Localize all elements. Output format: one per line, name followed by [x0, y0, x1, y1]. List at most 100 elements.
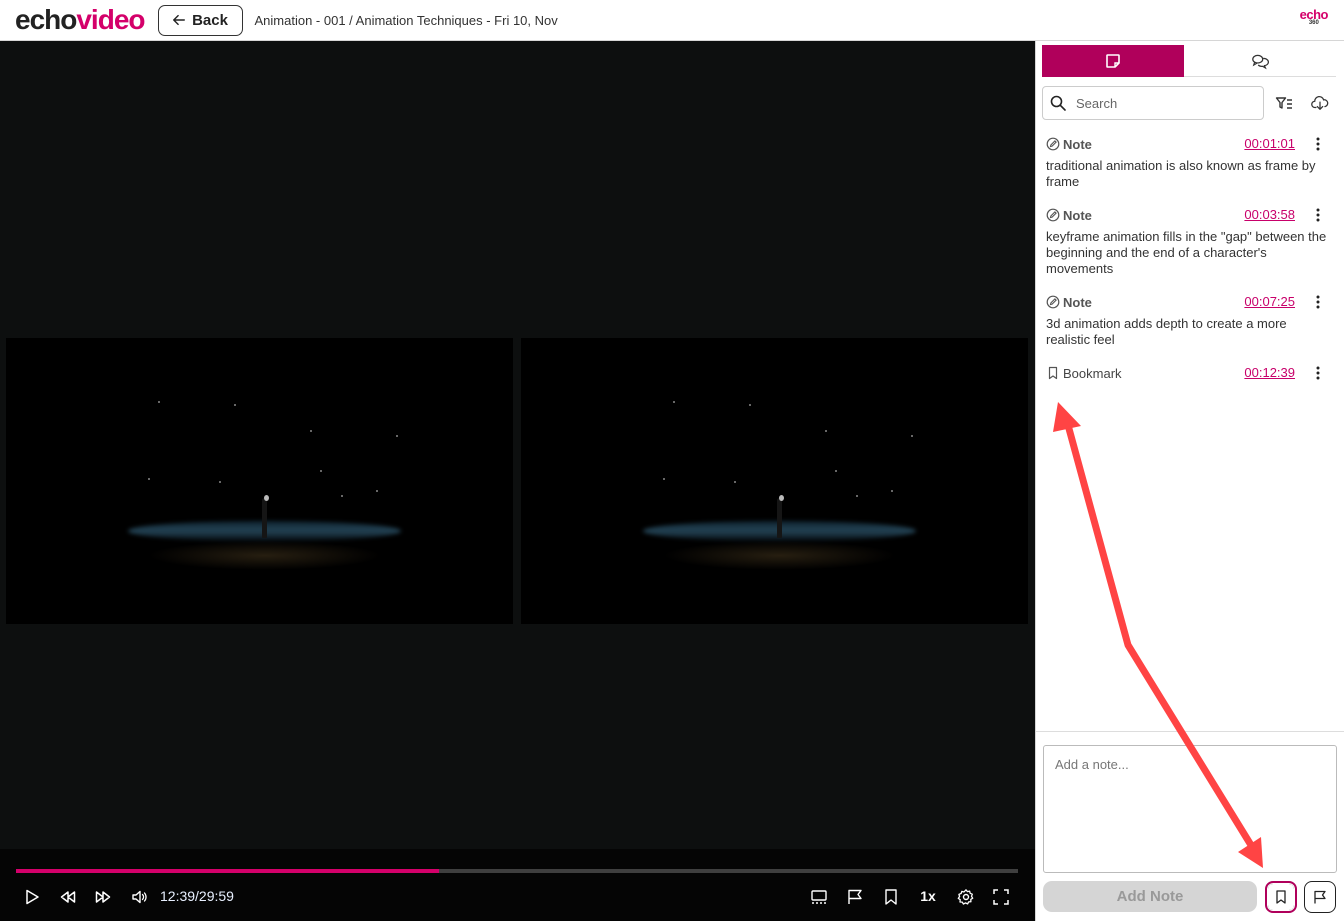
video-area[interactable] — [0, 41, 1035, 849]
search-icon — [1050, 95, 1066, 111]
notes-sidebar: Note 00:01:01 traditional animation is a… — [1035, 41, 1344, 921]
rewind-icon — [60, 891, 76, 903]
note-menu-button[interactable] — [1310, 134, 1326, 154]
filter-button[interactable] — [1274, 93, 1294, 113]
flag-icon — [848, 889, 862, 904]
note-menu-button[interactable] — [1310, 363, 1326, 383]
top-header: echo video Back Animation - 001 / Animati… — [0, 0, 1344, 41]
add-flag-button[interactable] — [1304, 881, 1336, 913]
breadcrumb: Animation - 001 / Animation Techniques -… — [254, 12, 558, 28]
note-pencil-icon — [1046, 208, 1060, 222]
note-menu-button[interactable] — [1310, 292, 1326, 312]
bookmark-icon — [1276, 890, 1286, 904]
rewind-button[interactable] — [53, 885, 83, 909]
settings-icon — [957, 889, 974, 905]
note-pencil-icon — [1046, 137, 1060, 151]
volume-button[interactable] — [125, 885, 155, 909]
sidebar-tabs — [1042, 45, 1336, 77]
add-bookmark-button[interactable] — [1265, 881, 1297, 913]
seek-bar-progress — [16, 869, 439, 873]
scene-figure-head — [263, 495, 269, 502]
back-button-label: Back — [192, 11, 228, 29]
scene-star — [855, 495, 858, 498]
note-header: Note 00:01:01 — [1046, 133, 1338, 155]
note-pencil-icon — [1046, 295, 1060, 309]
bookmark-icon — [1048, 366, 1058, 380]
scene-star — [673, 400, 676, 403]
layout-icon — [811, 890, 827, 904]
note-item: Note 00:03:58 keyframe animation fills i… — [1046, 204, 1338, 277]
flag-icon — [1314, 890, 1326, 904]
note-type: Note — [1046, 208, 1092, 223]
back-button[interactable]: Back — [157, 4, 243, 36]
seek-bar[interactable] — [16, 869, 1018, 873]
bookmark-button[interactable] — [876, 885, 906, 909]
note-type: Note — [1046, 295, 1092, 310]
discussion-icon — [1252, 54, 1269, 70]
add-note-textarea[interactable] — [1043, 745, 1337, 873]
echovideo-app: echo video Back Animation - 001 / Animati… — [0, 0, 1344, 921]
note-header: Note 00:07:25 — [1046, 291, 1338, 313]
search-field[interactable] — [1042, 86, 1264, 120]
scene-star — [749, 403, 752, 406]
note-menu-button[interactable] — [1310, 205, 1326, 225]
video-stream-secondary[interactable] — [521, 338, 1028, 624]
scene-star — [218, 481, 221, 483]
video-frame-content — [6, 338, 513, 624]
scene-star — [825, 429, 828, 432]
note-type-label: Bookmark — [1063, 365, 1122, 381]
scene-star — [234, 403, 237, 406]
note-text: traditional animation is also known as f… — [1046, 158, 1316, 189]
note-item: Note 00:07:25 3d animation adds depth to… — [1046, 291, 1338, 348]
add-note-button[interactable]: Add Note — [1043, 881, 1257, 912]
more-vertical-icon — [1316, 295, 1320, 309]
fast-forward-button[interactable] — [88, 885, 118, 909]
note-timestamp-link[interactable]: 00:07:25 — [1244, 294, 1295, 309]
echo360-logo-number: 360 — [1308, 20, 1319, 26]
more-vertical-icon — [1316, 208, 1320, 222]
note-type: Bookmark — [1046, 366, 1122, 381]
composer-divider — [1036, 731, 1344, 732]
scene-figure — [262, 498, 268, 539]
play-button[interactable] — [17, 885, 47, 909]
note-type-label: Note — [1063, 294, 1092, 310]
settings-button[interactable] — [951, 885, 981, 909]
time-display: 12:39/29:59 — [160, 888, 234, 904]
echovideo-logo: echo video — [15, 4, 146, 35]
note-text: 3d animation adds depth to create a more… — [1046, 316, 1287, 347]
scene-star — [662, 478, 665, 481]
video-stream-primary[interactable] — [6, 338, 513, 624]
bookmark-icon — [885, 889, 897, 905]
arrow-left-icon — [173, 14, 186, 26]
note-timestamp-link[interactable]: 00:03:58 — [1244, 207, 1295, 222]
logo-video-text: video — [76, 4, 145, 35]
tab-notes[interactable] — [1042, 45, 1184, 77]
note-text: keyframe animation fills in the "gap" be… — [1046, 229, 1327, 276]
note-timestamp-link[interactable]: 00:01:01 — [1244, 136, 1295, 151]
note-header: Bookmark 00:12:39 — [1046, 362, 1338, 384]
scene-ground — [662, 541, 897, 570]
scene-star — [147, 478, 150, 481]
search-input[interactable] — [1076, 95, 1256, 111]
fullscreen-button[interactable] — [986, 885, 1016, 909]
note-timestamp-link[interactable]: 00:12:39 — [1244, 365, 1295, 380]
scene-figure — [777, 498, 783, 539]
tab-discussions[interactable] — [1184, 45, 1336, 77]
flag-button[interactable] — [840, 885, 870, 909]
layout-button[interactable] — [804, 885, 834, 909]
note-type-label: Note — [1063, 207, 1092, 223]
scene-star — [891, 489, 894, 492]
scene-star — [340, 495, 343, 498]
note-type: Note — [1046, 137, 1092, 152]
logo-echo-text: echo — [15, 4, 77, 35]
play-icon — [26, 889, 39, 905]
more-vertical-icon — [1316, 137, 1320, 151]
scene-star — [158, 400, 161, 403]
note-type-label: Note — [1063, 136, 1092, 152]
scene-star — [376, 489, 379, 492]
fast-forward-icon — [95, 891, 111, 903]
scene-star — [396, 435, 399, 438]
playback-speed-button[interactable]: 1x — [912, 888, 944, 904]
download-button[interactable] — [1310, 93, 1330, 113]
echo360-logo: echo 360 — [1300, 8, 1329, 26]
